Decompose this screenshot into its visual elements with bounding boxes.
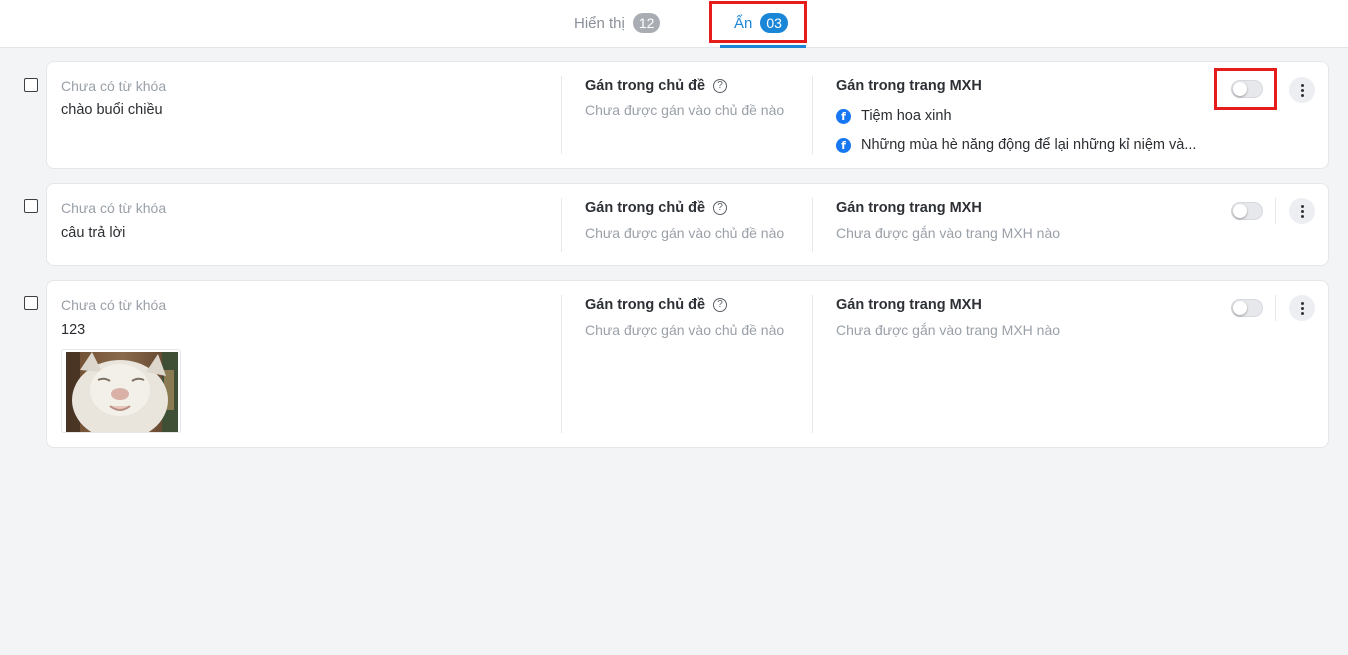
- topic-header: Gán trong chủ đề ?: [585, 198, 805, 218]
- column-divider: [561, 198, 562, 252]
- tab-shown-label: Hiển thị: [574, 14, 625, 32]
- question-circle-icon[interactable]: ?: [713, 79, 728, 93]
- keyword-column: Chưa có từ khóa 123: [61, 295, 541, 340]
- keyword-column: Chưa có từ khóa chào buổi chiều: [61, 76, 541, 120]
- page-column: Gán trong trang MXH f Tiệm hoa xinh f Nh…: [836, 76, 1216, 155]
- page-name: Những mùa hè năng động để lại những kỉ n…: [861, 137, 1197, 153]
- column-divider: [812, 76, 813, 154]
- topic-header: Gán trong chủ đề ?: [585, 295, 805, 315]
- topic-status: Chưa được gán vào chủ đề nào: [585, 322, 785, 338]
- tab-bar: Hiển thị 12 Ẩn 03: [0, 0, 1348, 48]
- tab-shown-count-badge: 12: [632, 13, 661, 33]
- facebook-icon: f: [836, 137, 851, 153]
- highlight-box-tab: [709, 1, 807, 43]
- reply-card: Chưa có từ khóa chào buổi chiều Gán tron…: [46, 61, 1329, 169]
- page-column: Gán trong trang MXH Chưa được gắn vào tr…: [836, 295, 1216, 340]
- column-divider: [812, 198, 813, 252]
- reply-card: Chưa có từ khóa 123 Gán trong chủ đề ? C…: [46, 280, 1329, 448]
- cat-photo: [66, 352, 178, 440]
- page-item[interactable]: f Tiệm hoa xinh: [836, 106, 1216, 126]
- column-divider: [561, 295, 562, 433]
- topic-column: Gán trong chủ đề ? Chưa được gán vào chủ…: [585, 198, 805, 243]
- topic-column: Gán trong chủ đề ? Chưa được gán vào chủ…: [585, 295, 805, 340]
- attached-image[interactable]: [61, 349, 181, 440]
- more-vertical-icon: [1300, 204, 1304, 218]
- reply-text: chào buổi chiều: [61, 102, 163, 118]
- reply-card: Chưa có từ khóa câu trả lời Gán trong ch…: [46, 183, 1329, 266]
- topic-header: Gán trong chủ đề ?: [585, 76, 805, 96]
- toggle-knob: [1233, 301, 1247, 315]
- reply-text: 123: [61, 322, 86, 338]
- keyword-status: Chưa có từ khóa: [61, 200, 167, 216]
- row-checkbox[interactable]: [24, 199, 38, 213]
- topic-header-label: Gán trong chủ đề: [585, 297, 706, 313]
- toggle-knob: [1233, 204, 1247, 218]
- more-options-button[interactable]: [1289, 198, 1315, 224]
- keyword-status: Chưa có từ khóa: [61, 297, 167, 313]
- question-circle-icon[interactable]: ?: [713, 201, 728, 215]
- keyword-column: Chưa có từ khóa câu trả lời: [61, 198, 541, 243]
- keyword-status: Chưa có từ khóa: [61, 78, 167, 94]
- page-item[interactable]: f Những mùa hè năng động để lại những kỉ…: [836, 135, 1216, 155]
- question-circle-icon[interactable]: ?: [713, 298, 728, 312]
- page-column: Gán trong trang MXH Chưa được gắn vào tr…: [836, 198, 1216, 243]
- facebook-icon: f: [836, 108, 851, 124]
- topic-header-label: Gán trong chủ đề: [585, 200, 706, 216]
- page-status: Chưa được gắn vào trang MXH nào: [836, 225, 1061, 241]
- row-checkbox[interactable]: [24, 296, 38, 310]
- visibility-toggle[interactable]: [1231, 299, 1263, 317]
- visibility-toggle[interactable]: [1231, 202, 1263, 220]
- highlight-box-toggle: [1214, 68, 1277, 110]
- topic-status: Chưa được gán vào chủ đề nào: [585, 102, 785, 118]
- page-header: Gán trong trang MXH: [836, 297, 982, 313]
- action-divider: [1275, 295, 1276, 321]
- topic-column: Gán trong chủ đề ? Chưa được gán vào chủ…: [585, 76, 805, 120]
- topic-header-label: Gán trong chủ đề: [585, 78, 706, 94]
- row-checkbox[interactable]: [24, 78, 38, 92]
- reply-text: câu trả lời: [61, 225, 126, 241]
- page-header: Gán trong trang MXH: [836, 78, 982, 94]
- active-tab-indicator: [720, 45, 806, 48]
- more-options-button[interactable]: [1289, 77, 1315, 103]
- more-vertical-icon: [1300, 301, 1304, 315]
- page-name: Tiệm hoa xinh: [861, 108, 952, 124]
- page-status: Chưa được gắn vào trang MXH nào: [836, 322, 1061, 338]
- column-divider: [812, 295, 813, 433]
- tab-shown[interactable]: Hiển thị 12: [574, 0, 661, 47]
- topic-status: Chưa được gán vào chủ đề nào: [585, 225, 785, 241]
- more-options-button[interactable]: [1289, 295, 1315, 321]
- action-divider: [1275, 198, 1276, 224]
- column-divider: [561, 76, 562, 154]
- page-header: Gán trong trang MXH: [836, 200, 982, 216]
- more-vertical-icon: [1300, 83, 1304, 97]
